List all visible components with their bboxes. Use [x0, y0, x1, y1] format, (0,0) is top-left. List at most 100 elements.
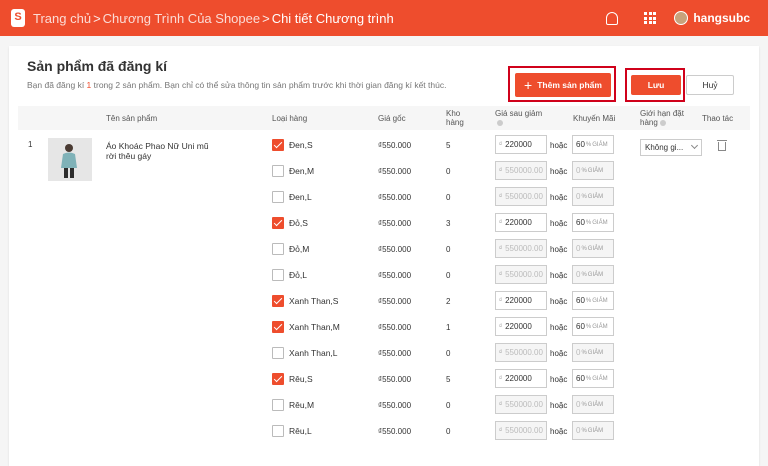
breadcrumb-home[interactable]: Trang chủ — [33, 11, 91, 26]
variant-checkbox[interactable] — [272, 321, 284, 333]
variant-checkbox[interactable] — [272, 373, 284, 385]
variant-label: Rêu,M — [289, 400, 315, 410]
discount-percent-input[interactable]: 60% GIẢM — [572, 213, 614, 232]
original-price: ₫550.000 — [378, 193, 412, 202]
discount-percent-input[interactable]: 0% GIẢM — [572, 239, 614, 258]
table-row: Rêu,M ₫550.000 0 ₫ 550000.00 hoặc 0% GIẢM — [9, 393, 759, 419]
or-label: hoặc — [550, 219, 568, 228]
breadcrumb-current: Chi tiết Chương trình — [271, 10, 394, 26]
table-row: Xanh Than,S ₫550.000 2 ₫ 220000 hoặc 60% GIẢM — [9, 289, 759, 315]
col-purchase-limit: Giới hạn đặt hàng — [640, 109, 684, 127]
variant-checkbox[interactable] — [272, 243, 284, 255]
or-label: hoặc — [550, 167, 568, 176]
avatar[interactable] — [674, 11, 689, 25]
original-price: ₫550.000 — [378, 349, 412, 358]
discount-percent-input[interactable]: 0% GIẢM — [572, 395, 614, 414]
sale-price-input[interactable]: ₫ 550000.00 — [495, 265, 547, 284]
stock-count: 5 — [446, 375, 451, 384]
variant-checkbox[interactable] — [272, 217, 284, 229]
table-row: Đỏ,M ₫550.000 0 ₫ 550000.00 hoặc 0% GIẢM — [9, 237, 759, 263]
table-row: Rêu,S ₫550.000 5 ₫ 220000 hoặc 60% GIẢM — [9, 367, 759, 393]
original-price: ₫550.000 — [378, 271, 412, 280]
sale-price-input[interactable]: ₫ 550000.00 — [495, 421, 547, 440]
stock-count: 3 — [446, 219, 451, 228]
sale-price-input[interactable]: ₫ 220000 — [495, 369, 547, 388]
add-product-button[interactable]: + Thêm sản phẩm — [515, 73, 611, 97]
original-price: ₫550.000 — [378, 141, 412, 150]
discount-percent-input[interactable]: 60% GIẢM — [572, 135, 614, 154]
table-row: Đen,M ₫550.000 0 ₫ 550000.00 hoặc 0% GIẢM — [9, 159, 759, 185]
variant-label: Xanh Than,L — [289, 348, 338, 358]
variant-checkbox[interactable] — [272, 139, 284, 151]
variant-label: Xanh Than,M — [289, 322, 340, 332]
col-actions: Thao tác — [702, 114, 734, 123]
or-label: hoặc — [550, 245, 568, 254]
breadcrumb-separator: > — [262, 10, 270, 26]
purchase-limit-select[interactable]: Không gi... — [640, 139, 702, 156]
table-header: Tên sản phẩm Loại hàng Giá gốc Kho hàng G… — [18, 106, 750, 130]
plus-icon: + — [524, 77, 533, 93]
stock-count: 0 — [446, 427, 451, 436]
variant-label: Rêu,S — [289, 374, 313, 384]
col-product-name: Tên sản phẩm — [106, 114, 158, 123]
original-price: ₫550.000 — [378, 219, 412, 228]
variant-checkbox[interactable] — [272, 191, 284, 203]
discount-percent-input[interactable]: 0% GIẢM — [572, 161, 614, 180]
original-price: ₫550.000 — [378, 323, 412, 332]
stock-count: 0 — [446, 167, 451, 176]
cancel-button[interactable]: Huỷ — [686, 75, 734, 95]
info-icon[interactable] — [497, 119, 503, 126]
sale-price-input[interactable]: ₫ 220000 — [495, 135, 547, 154]
original-price: ₫550.000 — [378, 375, 412, 384]
save-button[interactable]: Lưu — [631, 75, 681, 95]
sale-price-input[interactable]: ₫ 550000.00 — [495, 343, 547, 362]
or-label: hoặc — [550, 375, 568, 384]
variant-checkbox[interactable] — [272, 269, 284, 281]
table-row: Đỏ,L ₫550.000 0 ₫ 550000.00 hoặc 0% GIẢM — [9, 263, 759, 289]
discount-percent-input[interactable]: 60% GIẢM — [572, 317, 614, 336]
sale-price-input[interactable]: ₫ 220000 — [495, 213, 547, 232]
info-icon[interactable] — [659, 119, 666, 126]
stock-count: 1 — [446, 323, 451, 332]
discount-percent-input[interactable]: 0% GIẢM — [572, 265, 614, 284]
notification-bell-icon[interactable] — [606, 11, 619, 25]
delete-trash-icon[interactable] — [717, 140, 727, 151]
variant-label: Đen,M — [289, 166, 315, 176]
original-price: ₫550.000 — [378, 427, 412, 436]
shopee-logo-icon[interactable]: S — [11, 9, 25, 27]
or-label: hoặc — [550, 323, 568, 332]
variant-label: Đỏ,S — [289, 218, 308, 228]
or-label: hoặc — [550, 297, 568, 306]
variant-checkbox[interactable] — [272, 399, 284, 411]
breadcrumb-separator: > — [93, 10, 101, 26]
sale-price-input[interactable]: ₫ 550000.00 — [495, 187, 547, 206]
or-label: hoặc — [550, 427, 568, 436]
variant-checkbox[interactable] — [272, 347, 284, 359]
or-label: hoặc — [550, 193, 568, 202]
col-original-price: Giá gốc — [378, 114, 406, 123]
discount-percent-input[interactable]: 0% GIẢM — [572, 343, 614, 362]
sale-price-input[interactable]: ₫ 550000.00 — [495, 161, 547, 180]
variant-label: Rêu,L — [289, 426, 312, 436]
breadcrumb-programs[interactable]: Chương Trình Của Shopee — [103, 11, 260, 26]
discount-percent-input[interactable]: 0% GIẢM — [572, 187, 614, 206]
sale-price-input[interactable]: ₫ 550000.00 — [495, 395, 547, 414]
stock-count: 0 — [446, 193, 451, 202]
apps-grid-icon[interactable] — [644, 12, 657, 24]
discount-percent-input[interactable]: 60% GIẢM — [572, 291, 614, 310]
sale-price-input[interactable]: ₫ 550000.00 — [495, 239, 547, 258]
variant-checkbox[interactable] — [272, 295, 284, 307]
discount-percent-input[interactable]: 60% GIẢM — [572, 369, 614, 388]
variant-checkbox[interactable] — [272, 165, 284, 177]
sale-price-input[interactable]: ₫ 220000 — [495, 317, 547, 336]
variant-label: Đỏ,M — [289, 244, 310, 254]
username[interactable]: hangsubc — [693, 11, 750, 25]
sale-price-input[interactable]: ₫ 220000 — [495, 291, 547, 310]
or-label: hoặc — [550, 401, 568, 410]
discount-percent-input[interactable]: 0% GIẢM — [572, 421, 614, 440]
original-price: ₫550.000 — [378, 245, 412, 254]
variant-checkbox[interactable] — [272, 425, 284, 437]
col-promo: Khuyến Mãi — [573, 114, 616, 123]
top-nav-bar: S Trang chủ > Chương Trình Của Shopee > … — [0, 0, 768, 36]
stock-count: 5 — [446, 141, 451, 150]
